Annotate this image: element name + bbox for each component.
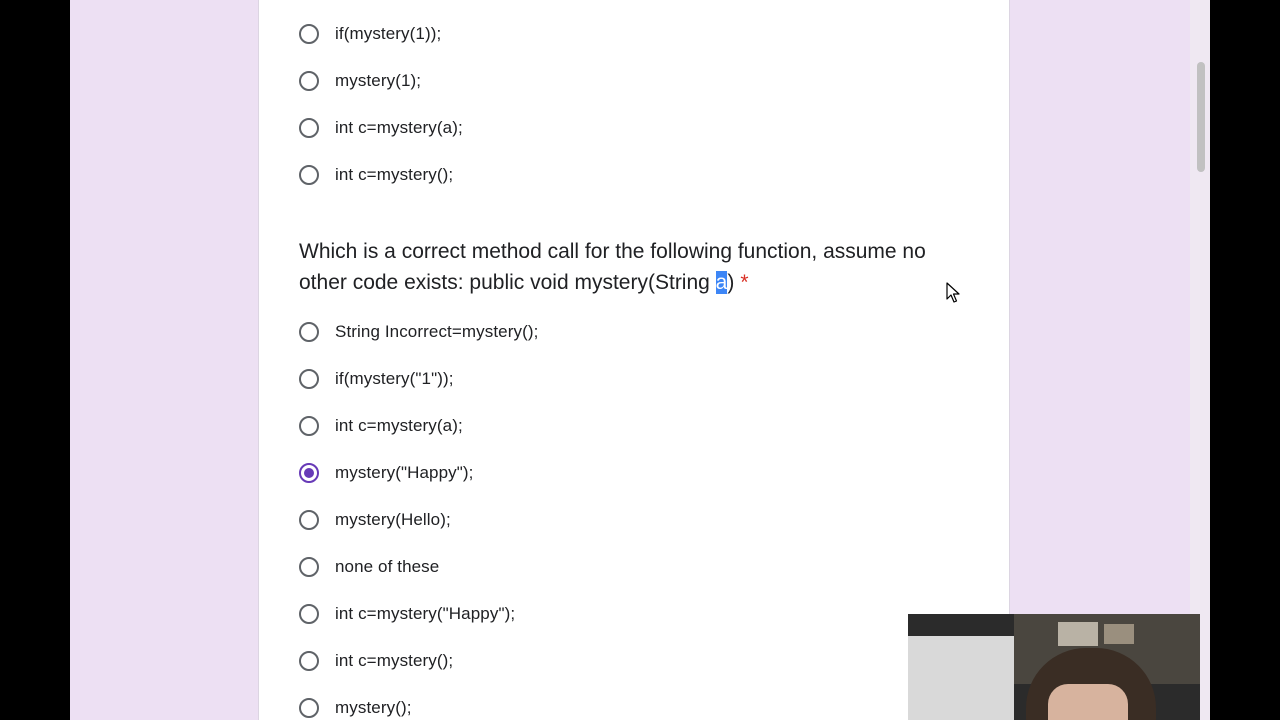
radio-button[interactable] xyxy=(299,322,319,342)
radio-button[interactable] xyxy=(299,510,319,530)
option-label: mystery(); xyxy=(335,698,412,717)
radio-button[interactable] xyxy=(299,416,319,436)
scrollbar-thumb[interactable] xyxy=(1197,62,1205,172)
selected-text: a xyxy=(715,271,728,294)
option-label: mystery(Hello); xyxy=(335,510,451,529)
option-5[interactable]: mystery(Hello); xyxy=(299,500,451,540)
option-prev-1[interactable]: if(mystery(1)); xyxy=(299,14,441,54)
option-prev-4[interactable]: int c=mystery(); xyxy=(299,155,453,195)
mouse-cursor-icon xyxy=(946,282,960,309)
question-card: if(mystery(1)); mystery(1); int c=myster… xyxy=(258,0,1010,720)
option-8[interactable]: int c=mystery(); xyxy=(299,641,453,681)
option-prev-2[interactable]: mystery(1); xyxy=(299,61,421,101)
radio-button[interactable] xyxy=(299,369,319,389)
webcam-box xyxy=(1104,624,1134,644)
option-7[interactable]: int c=mystery("Happy"); xyxy=(299,594,515,634)
form-viewport: if(mystery(1)); mystery(1); int c=myster… xyxy=(70,0,1210,720)
option-label: if(mystery("1")); xyxy=(335,369,454,388)
option-label: mystery("Happy"); xyxy=(335,463,474,482)
radio-button[interactable] xyxy=(299,24,319,44)
radio-button[interactable] xyxy=(299,557,319,577)
webcam-overlay xyxy=(908,614,1200,720)
option-label: int c=mystery("Happy"); xyxy=(335,604,516,623)
required-asterisk: * xyxy=(740,271,749,294)
radio-button[interactable] xyxy=(299,71,319,91)
question-text: Which is a correct method call for the f… xyxy=(299,240,926,294)
option-label: int c=mystery(a); xyxy=(335,416,463,435)
option-label: mystery(1); xyxy=(335,71,422,90)
option-4[interactable]: mystery("Happy"); xyxy=(299,453,473,493)
option-label: String Incorrect=mystery(); xyxy=(335,322,539,341)
option-label: none of these xyxy=(335,557,440,576)
option-1[interactable]: String Incorrect=mystery(); xyxy=(299,312,538,352)
option-label: int c=mystery(); xyxy=(335,651,454,670)
option-9[interactable]: mystery(); xyxy=(299,688,412,720)
option-prev-3[interactable]: int c=mystery(a); xyxy=(299,108,463,148)
option-6[interactable]: none of these xyxy=(299,547,439,587)
option-label: int c=mystery(a); xyxy=(335,118,463,137)
radio-button[interactable] xyxy=(299,165,319,185)
webcam-background xyxy=(908,636,1014,720)
radio-button-selected[interactable] xyxy=(299,463,319,483)
radio-button[interactable] xyxy=(299,698,319,718)
scrollbar[interactable] xyxy=(1190,0,1210,720)
question-text-end: ) xyxy=(727,271,735,294)
option-2[interactable]: if(mystery("1")); xyxy=(299,359,454,399)
radio-button[interactable] xyxy=(299,651,319,671)
radio-button[interactable] xyxy=(299,118,319,138)
radio-button[interactable] xyxy=(299,604,319,624)
webcam-box xyxy=(1058,622,1098,646)
webcam-face xyxy=(1048,684,1128,720)
question-title: Which is a correct method call for the f… xyxy=(299,236,939,298)
option-label: if(mystery(1)); xyxy=(335,24,442,43)
option-label: int c=mystery(); xyxy=(335,165,454,184)
option-3[interactable]: int c=mystery(a); xyxy=(299,406,463,446)
